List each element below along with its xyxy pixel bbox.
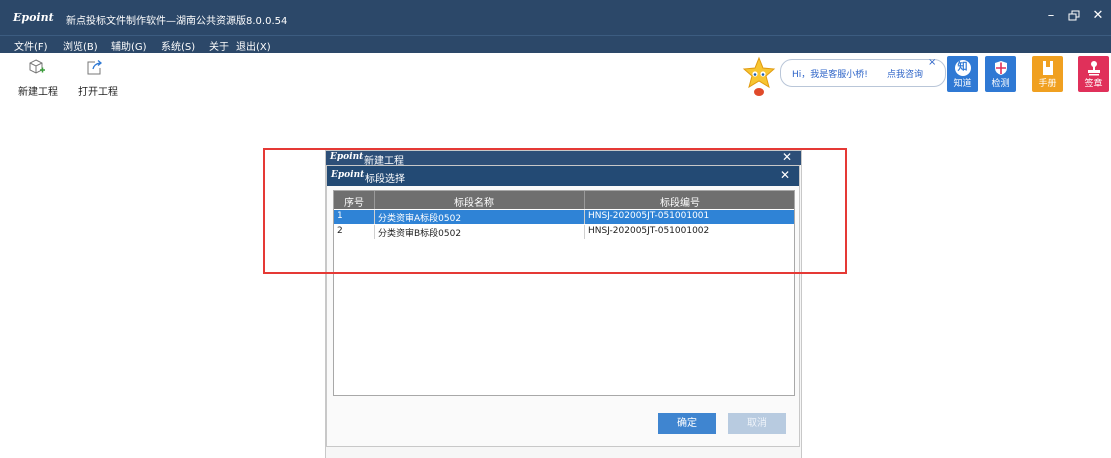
toolbar: 新建工程 打开工程 Hi，我是客服小桥! 点我咨询 × 知 知道 检测 手册 签… (0, 53, 1111, 101)
confirm-button[interactable]: 确定 (658, 413, 716, 434)
minimize-icon[interactable]: – (1040, 6, 1062, 26)
zhidao-icon: 知 (954, 60, 971, 76)
open-project-label: 打开工程 (78, 87, 118, 98)
assistant-greeting: Hi，我是客服小桥! (792, 70, 868, 80)
check-label: 检测 (991, 79, 1010, 89)
title-bar: Epoint 新点投标文件制作软件—湖南公共资源版8.0.0.54 – ✕ (0, 0, 1111, 35)
assistant-ask-link[interactable]: 点我咨询 (887, 67, 923, 80)
shield-icon (994, 61, 1007, 75)
sign-button[interactable]: 签章 (1078, 56, 1109, 92)
menu-bar: 文件(F) 浏览(B) 辅助(G) 系统(S) 关于 退出(X) (0, 35, 1111, 53)
new-project-button[interactable]: 新建工程 (10, 53, 62, 99)
open-project-button[interactable]: 打开工程 (66, 53, 118, 99)
new-project-label: 新建工程 (18, 87, 58, 98)
new-project-icon (29, 59, 45, 74)
menu-assist[interactable]: 辅助(G) (111, 38, 147, 53)
app-window: Epoint 新点投标文件制作软件—湖南公共资源版8.0.0.54 – ✕ 文件… (0, 0, 1111, 458)
open-project-icon (87, 60, 103, 75)
zhidao-label: 知道 (953, 79, 972, 89)
cancel-button[interactable]: 取消 (728, 413, 786, 434)
zhidao-button[interactable]: 知 知道 (947, 56, 978, 92)
menu-file[interactable]: 文件(F) (14, 38, 48, 53)
assistant-bubble[interactable]: Hi，我是客服小桥! 点我咨询 × (780, 57, 946, 87)
assistant-close-icon[interactable]: × (928, 57, 936, 68)
menu-system[interactable]: 系统(S) (161, 38, 195, 53)
menu-exit[interactable]: 退出(X) (236, 38, 271, 53)
book-icon (1042, 61, 1053, 75)
menu-about[interactable]: 关于 (209, 38, 229, 53)
manual-button[interactable]: 手册 (1032, 56, 1063, 92)
check-button[interactable]: 检测 (985, 56, 1016, 92)
close-icon[interactable]: ✕ (1087, 6, 1109, 26)
sign-label: 签章 (1084, 79, 1103, 89)
stamp-icon (1087, 61, 1100, 76)
window-title: 新点投标文件制作软件—湖南公共资源版8.0.0.54 (66, 16, 288, 27)
manual-label: 手册 (1038, 79, 1057, 89)
menu-browse[interactable]: 浏览(B) (63, 38, 98, 53)
annotation-highlight-box (263, 148, 847, 274)
restore-icon[interactable] (1063, 6, 1085, 26)
mascot-star-icon[interactable] (741, 55, 777, 99)
app-logo: Epoint (13, 11, 54, 24)
